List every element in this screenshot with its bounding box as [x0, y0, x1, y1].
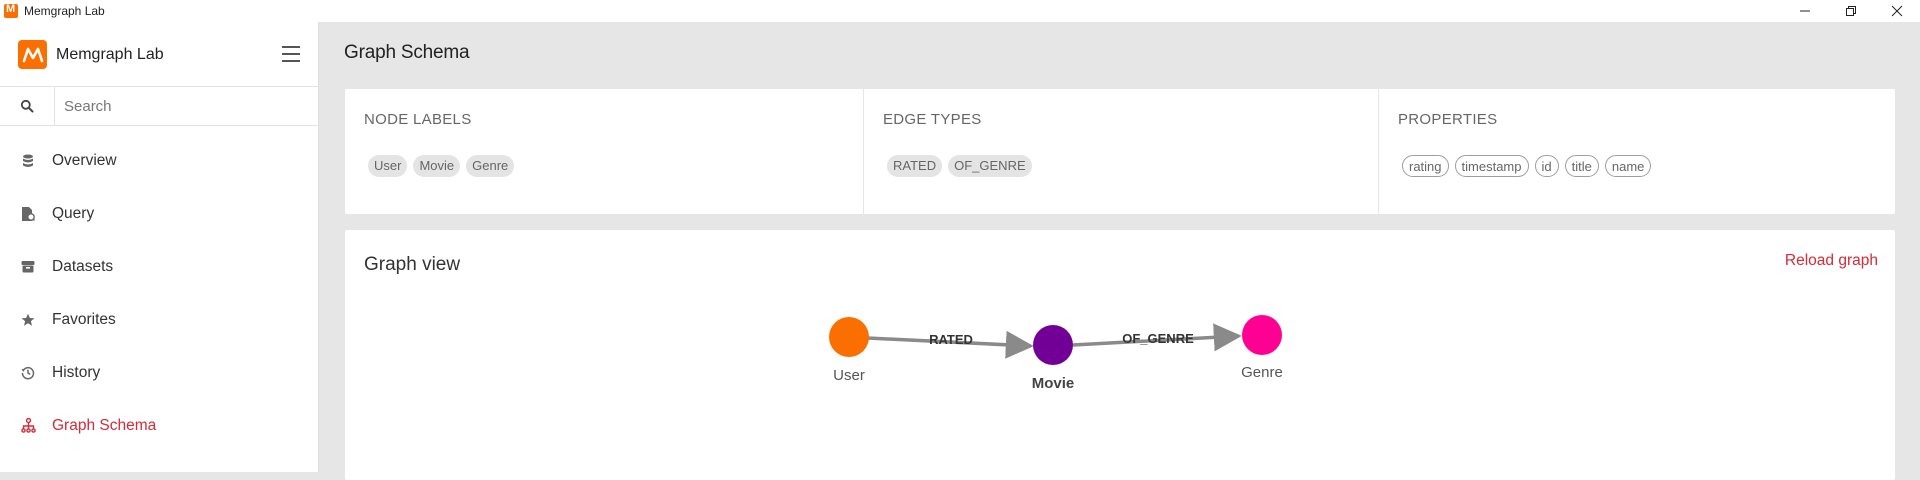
edge-label-rated: RATED	[929, 332, 973, 347]
database-icon	[20, 153, 36, 169]
node-labels-section: NODE LABELS User Movie Genre	[345, 89, 863, 214]
brand-header: Memgraph Lab	[0, 22, 318, 87]
sidebar-item-label: Query	[52, 204, 95, 222]
sidebar-item-label: Datasets	[52, 257, 114, 275]
edge-label-of-genre: OF_GENRE	[1122, 331, 1194, 346]
history-icon	[20, 365, 36, 381]
property-chip[interactable]: name	[1604, 155, 1652, 177]
star-icon	[20, 312, 36, 328]
graph-canvas[interactable]: RATED OF_GENRE User Movie Genre	[345, 230, 1895, 472]
node-label-user: User	[833, 367, 865, 384]
sidebar-item-label: History	[52, 363, 101, 381]
sidebar-item-datasets[interactable]: Datasets	[0, 240, 319, 293]
sidebar-item-query[interactable]: Query	[0, 187, 319, 240]
sidebar: Memgraph Lab Overview Query	[0, 22, 319, 472]
close-icon	[1891, 5, 1903, 17]
edge-type-chip[interactable]: OF_GENRE	[948, 155, 1032, 177]
property-chip[interactable]: rating	[1402, 155, 1449, 177]
edge-types-title: EDGE TYPES	[883, 111, 982, 128]
sidebar-item-graph-schema[interactable]: Graph Schema	[0, 399, 319, 452]
schema-tree-icon	[20, 418, 36, 434]
hamburger-menu-icon[interactable]	[282, 46, 300, 62]
sidebar-item-label: Favorites	[52, 310, 116, 328]
node-label-chip[interactable]: User	[368, 155, 408, 177]
query-file-icon	[20, 206, 36, 222]
property-chip[interactable]: timestamp	[1454, 155, 1529, 177]
sidebar-nav: Overview Query Datasets Favorites Histor…	[0, 134, 319, 452]
minimize-icon	[1800, 10, 1810, 12]
brand-name: Memgraph Lab	[56, 45, 164, 63]
window-controls	[1782, 0, 1920, 22]
memgraph-logo-icon	[18, 40, 47, 69]
graph-node-user[interactable]	[829, 317, 869, 357]
graph-view-card: Graph view Reload graph RATED OF_GENRE U…	[345, 230, 1895, 480]
close-window-button[interactable]	[1874, 0, 1920, 22]
search-bar	[0, 86, 319, 126]
sidebar-item-history[interactable]: History	[0, 346, 319, 399]
sidebar-item-label: Overview	[52, 151, 117, 169]
properties-chips: rating timestamp id title name	[1398, 155, 1876, 177]
node-labels-title: NODE LABELS	[364, 111, 472, 128]
box-icon	[20, 259, 36, 275]
node-label-movie: Movie	[1032, 375, 1075, 392]
search-button[interactable]	[0, 87, 55, 125]
properties-title: PROPERTIES	[1398, 111, 1498, 128]
page-title: Graph Schema	[344, 42, 470, 63]
sidebar-item-overview[interactable]: Overview	[0, 134, 319, 187]
node-label-chip[interactable]: Genre	[466, 155, 515, 177]
graph-node-movie[interactable]	[1033, 325, 1073, 365]
graph-node-genre[interactable]	[1242, 315, 1282, 355]
app-logo-icon	[4, 3, 18, 18]
schema-summary-card: NODE LABELS User Movie Genre EDGE TYPES …	[345, 89, 1895, 214]
sidebar-item-label: Graph Schema	[52, 416, 157, 434]
properties-section: PROPERTIES rating timestamp id title nam…	[1378, 89, 1895, 214]
window-title: Memgraph Lab	[24, 4, 105, 18]
edge-types-chips: RATED OF_GENRE	[883, 155, 1359, 177]
memgraph-m-glyph-icon	[22, 47, 43, 62]
property-chip[interactable]: id	[1534, 155, 1559, 177]
edge-types-section: EDGE TYPES RATED OF_GENRE	[863, 89, 1378, 214]
node-label-chip[interactable]: Movie	[413, 155, 461, 177]
restore-button[interactable]	[1828, 0, 1874, 22]
minimize-button[interactable]	[1782, 0, 1828, 22]
node-labels-chips: User Movie Genre	[364, 155, 844, 177]
edge-type-chip[interactable]: RATED	[887, 155, 943, 177]
property-chip[interactable]: title	[1564, 155, 1599, 177]
search-input[interactable]	[55, 87, 319, 125]
search-icon	[20, 99, 34, 113]
restore-icon	[1846, 6, 1856, 16]
sidebar-item-favorites[interactable]: Favorites	[0, 293, 319, 346]
node-label-genre: Genre	[1241, 364, 1283, 381]
window-titlebar: Memgraph Lab	[0, 0, 1920, 22]
